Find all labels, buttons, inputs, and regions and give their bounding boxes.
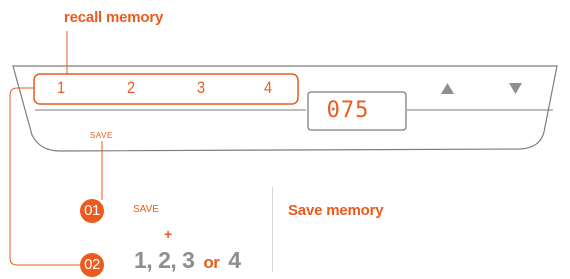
memory-key-1[interactable]: 1 bbox=[57, 78, 65, 98]
step2-leader bbox=[9, 87, 80, 266]
triangle-up-icon bbox=[441, 83, 454, 94]
memory-key-2[interactable]: 2 bbox=[127, 78, 135, 98]
save-key-label[interactable]: SAVE bbox=[90, 131, 113, 140]
plus-sign: + bbox=[164, 226, 173, 242]
step-2-key-list: 1, 2, 3 bbox=[134, 247, 195, 273]
height-display: 075 bbox=[326, 98, 370, 123]
step-2-last-key: 4 bbox=[228, 247, 241, 273]
step-1-badge: 01 bbox=[80, 199, 104, 223]
memory-key-3[interactable]: 3 bbox=[197, 78, 205, 98]
memory-key-4[interactable]: 4 bbox=[264, 78, 272, 98]
save-memory-title: Save memory bbox=[288, 202, 384, 219]
recall-memory-title: recall memory bbox=[64, 9, 164, 26]
section-divider bbox=[272, 187, 273, 272]
step-1-save-label: SAVE bbox=[133, 204, 159, 215]
step-2-or: or bbox=[203, 253, 220, 272]
up-button[interactable] bbox=[441, 83, 454, 96]
memory-keys-highlight bbox=[33, 73, 299, 105]
step-2-badge: 02 bbox=[80, 253, 104, 277]
triangle-down-icon bbox=[509, 83, 522, 94]
diagram-lines bbox=[9, 31, 558, 266]
down-button[interactable] bbox=[509, 83, 522, 96]
step-2-keys: 1, 2, 3 or 4 bbox=[134, 247, 241, 274]
